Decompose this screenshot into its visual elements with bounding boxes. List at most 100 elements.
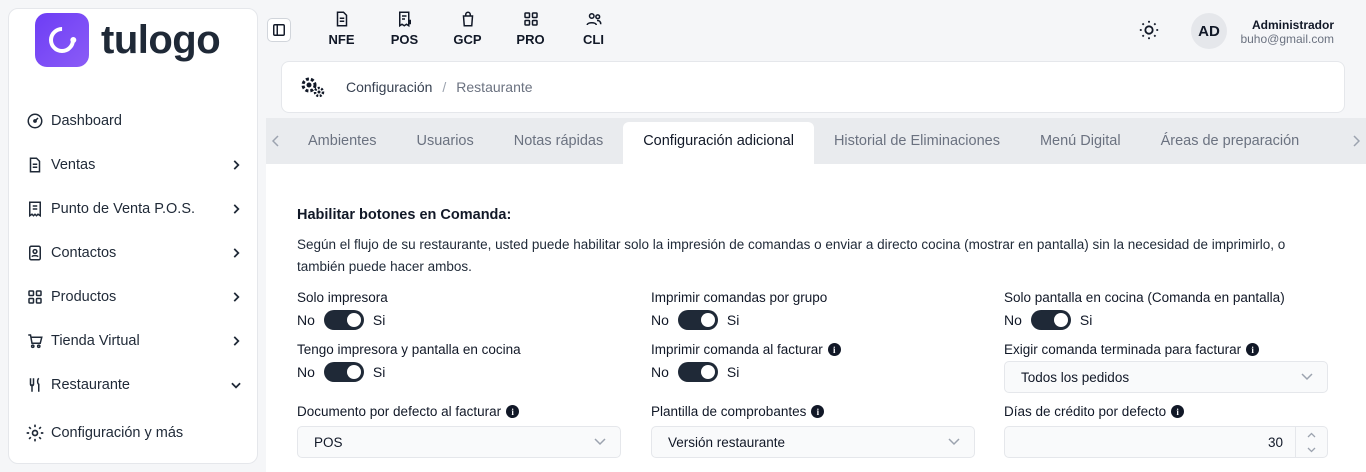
switch-off-label: No — [651, 312, 669, 328]
tab-historial-eliminaciones[interactable]: Historial de Eliminaciones — [814, 122, 1020, 160]
field-plantilla-comprobantes: Plantilla de comprobantes i Versión rest… — [651, 404, 975, 458]
logo-icon — [35, 13, 89, 67]
field-label-text: Días de crédito por defecto — [1004, 404, 1167, 419]
info-icon[interactable]: i — [1246, 343, 1260, 356]
sidebar-item-label: Contactos — [51, 245, 117, 261]
solo-pantalla-switch[interactable] — [1030, 310, 1071, 330]
switch-on-label: Si — [1079, 312, 1093, 328]
contacts-icon — [25, 243, 45, 263]
chevron-right-icon — [233, 248, 240, 258]
tab-usuarios[interactable]: Usuarios — [397, 122, 494, 160]
sidebar-item-label: Configuración y más — [51, 425, 184, 441]
topnav-pos[interactable]: POS — [373, 10, 436, 47]
gauge-icon — [25, 111, 45, 131]
switch-off-label: No — [297, 364, 315, 380]
field-label: Imprimir comandas por grupo — [651, 290, 828, 305]
sidebar-item-restaurante[interactable]: Restaurante — [9, 363, 257, 407]
sidebar-item-pos[interactable]: Punto de Venta P.O.S. — [9, 187, 257, 231]
field-impresora-y-pantalla: Tengo impresora y pantalla en cocina No … — [297, 342, 521, 382]
tab-notas-rapidas[interactable]: Notas rápidas — [494, 122, 623, 160]
tabs-bar: Ambientes Usuarios Notas rápidas Configu… — [266, 118, 1366, 164]
decrement-button[interactable] — [1296, 442, 1327, 457]
utensils-icon — [25, 375, 45, 395]
impresora-y-pantalla-switch[interactable] — [323, 362, 364, 382]
user-email: buho@gmail.com — [1240, 32, 1334, 46]
section-title: Habilitar botones en Comanda: — [297, 207, 512, 223]
tab-scroll-left-button[interactable] — [266, 118, 286, 164]
imprimir-al-facturar-switch[interactable] — [677, 362, 718, 382]
field-exigir-comanda: Exigir comanda terminada para facturar i… — [1004, 342, 1328, 393]
imprimir-por-grupo-switch[interactable] — [677, 310, 718, 330]
topnav-gcp[interactable]: GCP — [436, 10, 499, 47]
info-icon[interactable]: i — [1171, 405, 1185, 418]
chevron-down-icon — [948, 438, 960, 446]
topnav-nfe[interactable]: NFE — [310, 10, 373, 47]
solo-impresora-switch[interactable] — [323, 310, 364, 330]
tab-configuracion-adicional[interactable]: Configuración adicional — [623, 122, 814, 164]
field-imprimir-por-grupo: Imprimir comandas por grupo No Si — [651, 290, 827, 330]
tab-areas-preparacion[interactable]: Áreas de preparación — [1141, 122, 1320, 160]
switch-on-label: Si — [726, 364, 740, 380]
avatar[interactable]: AD — [1191, 13, 1227, 49]
field-dias-credito: Días de crédito por defecto i 30 — [1004, 404, 1328, 458]
bag-icon — [462, 11, 473, 27]
sidebar-config-section: Configuración y más — [9, 411, 257, 455]
file-icon — [336, 11, 347, 27]
receipt-dollar-icon — [398, 11, 411, 28]
dias-credito-input[interactable]: 30 — [1004, 426, 1328, 458]
sidebar-item-label: Dashboard — [51, 113, 122, 129]
chevron-right-icon — [233, 160, 240, 170]
chevron-down-icon — [1307, 447, 1316, 452]
info-icon[interactable]: i — [811, 405, 825, 418]
sidebar-item-label: Tienda Virtual — [51, 333, 140, 349]
sidebar: tulogo Dashboard Ventas Punto de Venta P… — [8, 8, 258, 464]
user-info[interactable]: Administrador buho@gmail.com — [1240, 18, 1334, 46]
switch-on-label: Si — [372, 312, 386, 328]
field-solo-impresora: Solo impresora No Si — [297, 290, 388, 330]
sidebar-item-configuracion[interactable]: Configuración y más — [9, 411, 257, 455]
cart-icon — [25, 331, 45, 351]
theme-toggle-button[interactable] — [1138, 19, 1160, 46]
info-icon[interactable]: i — [827, 343, 841, 356]
field-label: Tengo impresora y pantalla en cocina — [297, 342, 521, 357]
field-label: Imprimir comanda al facturar i — [651, 342, 841, 357]
increment-button[interactable] — [1296, 427, 1327, 442]
field-label: Solo impresora — [297, 290, 388, 305]
sidebar-item-ventas[interactable]: Ventas — [9, 143, 257, 187]
topnav-label: POS — [390, 32, 419, 47]
sidebar-toggle-button[interactable] — [267, 18, 291, 42]
chevron-down-icon — [231, 382, 241, 389]
plantilla-comprobantes-select[interactable]: Versión restaurante — [651, 426, 975, 458]
topnav-label: CLI — [583, 32, 604, 47]
exigir-comanda-select[interactable]: Todos los pedidos — [1004, 361, 1328, 393]
sidebar-item-label: Productos — [51, 289, 117, 305]
gears-icon — [301, 77, 325, 98]
tabs: Ambientes Usuarios Notas rápidas Configu… — [288, 122, 1344, 164]
sidebar-item-contactos[interactable]: Contactos — [9, 231, 257, 275]
sidebar-item-dashboard[interactable]: Dashboard — [9, 99, 257, 143]
info-icon[interactable]: i — [506, 405, 520, 418]
chevron-down-icon — [1301, 373, 1313, 381]
brand-logo[interactable]: tulogo — [35, 13, 221, 67]
breadcrumb-current: Restaurante — [456, 79, 533, 95]
chevron-right-icon — [233, 204, 240, 214]
tab-menu-digital[interactable]: Menú Digital — [1020, 122, 1141, 160]
field-solo-pantalla: Solo pantalla en cocina (Comanda en pant… — [1004, 290, 1285, 330]
topnav-pro[interactable]: PRO — [499, 10, 562, 47]
field-label-text: Plantilla de comprobantes — [651, 404, 807, 419]
user-name: Administrador — [1251, 18, 1334, 32]
select-value: Todos los pedidos — [1021, 369, 1130, 385]
select-value: POS — [314, 434, 343, 450]
tab-scroll-right-button[interactable] — [1346, 118, 1366, 164]
sidebar-item-label: Restaurante — [51, 377, 130, 393]
settings-panel: Habilitar botones en Comanda: Según el f… — [266, 164, 1366, 472]
switch-off-label: No — [1004, 312, 1022, 328]
sidebar-item-productos[interactable]: Productos — [9, 275, 257, 319]
breadcrumb-configuracion[interactable]: Configuración — [346, 79, 432, 95]
tab-ambientes[interactable]: Ambientes — [288, 122, 397, 160]
panel-icon — [273, 24, 285, 36]
topnav-cli[interactable]: CLI — [562, 10, 625, 47]
documento-defecto-select[interactable]: POS — [297, 426, 621, 458]
field-label: Plantilla de comprobantes i — [651, 404, 975, 419]
sidebar-item-tienda-virtual[interactable]: Tienda Virtual — [9, 319, 257, 363]
